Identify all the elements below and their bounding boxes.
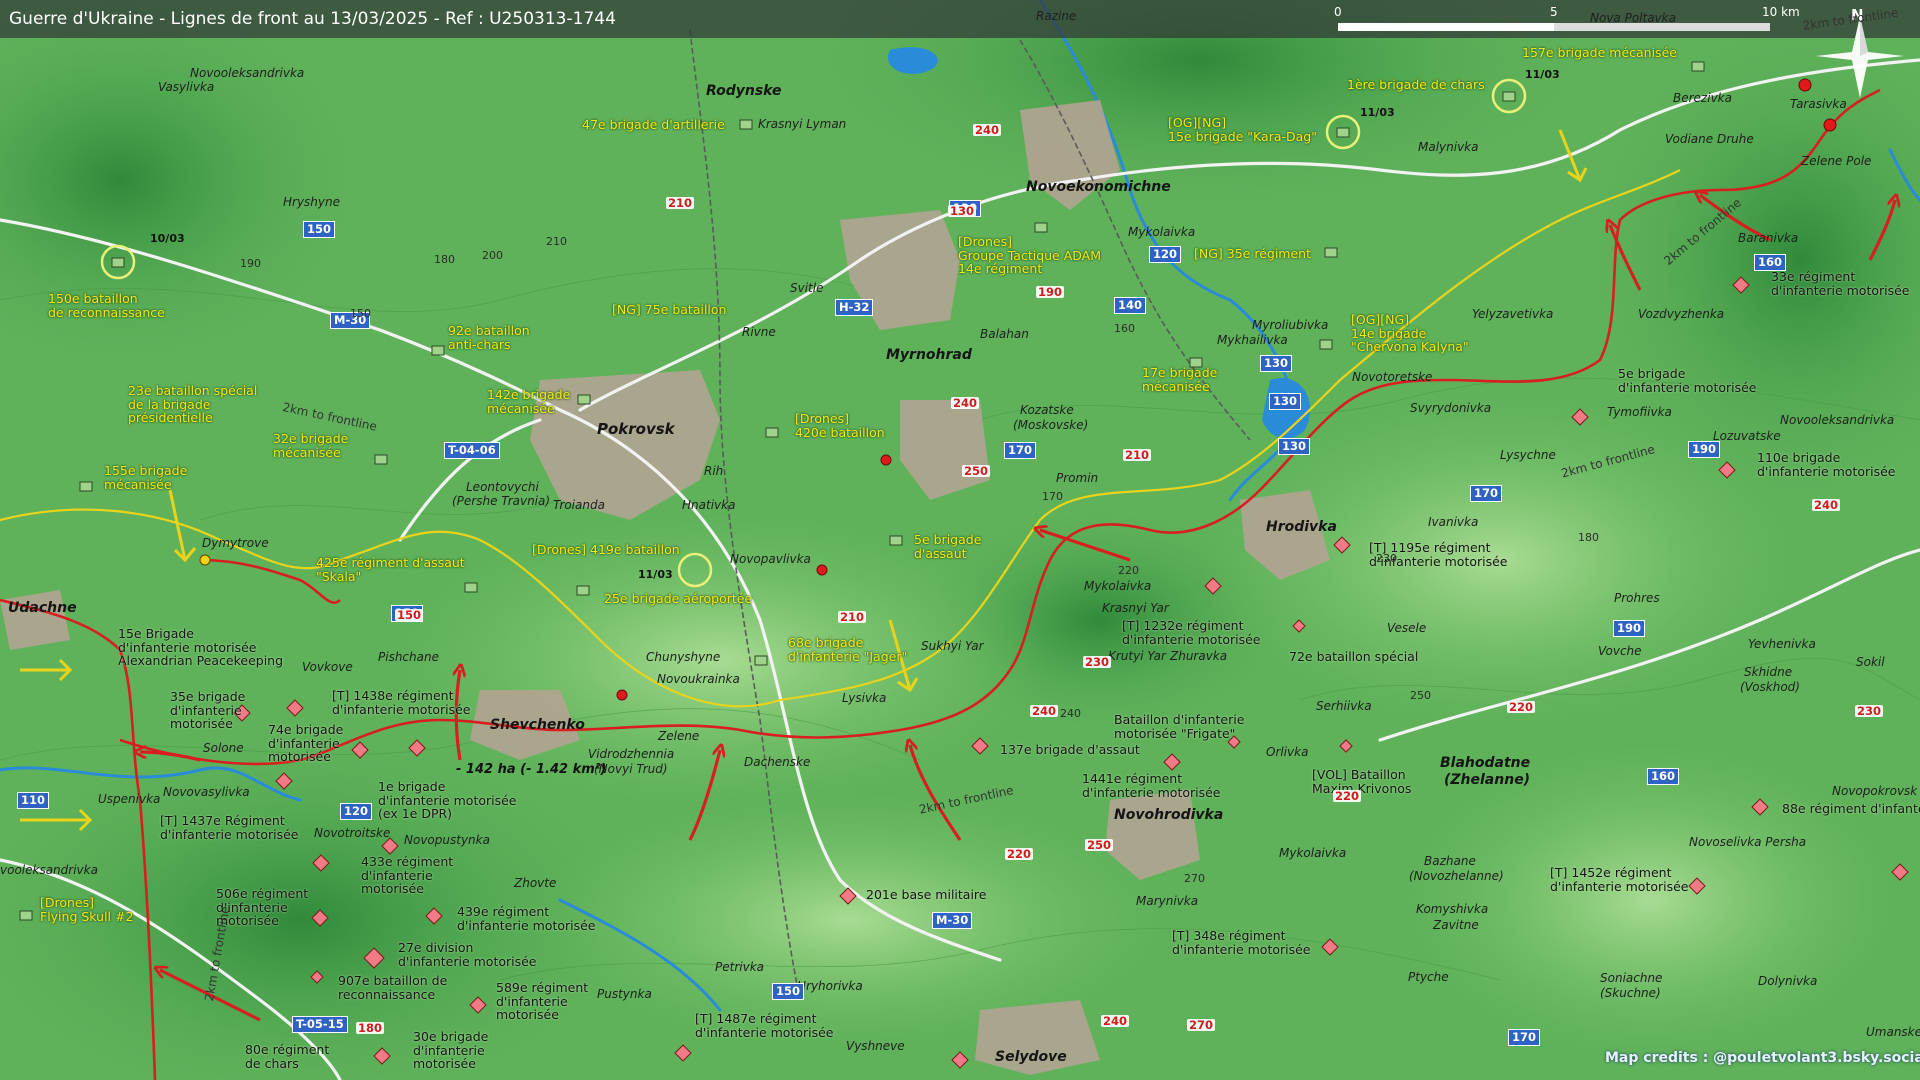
road-badge-m30-s: M-30 [932, 912, 973, 929]
road-badge-r150c: 150 [772, 983, 805, 1000]
north-arrow-icon [1816, 16, 1904, 98]
road-badge-r160b: 160 [1647, 768, 1680, 785]
road-badge-r150a: 150 [303, 221, 336, 238]
terrain-light-plateau [390, 510, 1050, 810]
urban-udachne [0, 590, 70, 650]
road-badge-m30-w: M-30 [330, 312, 371, 329]
road-badge-r140: 140 [1114, 297, 1147, 314]
scale-label-10: 10 km [1762, 5, 1800, 19]
road-badge-r130d: 130 [1278, 438, 1311, 455]
road-badge-r160: 160 [1754, 254, 1787, 271]
road-badge-t0406: T-04-06 [444, 442, 500, 459]
road-badge-r130b: 130 [1260, 355, 1293, 372]
terrain-light-plateau [1400, 740, 1900, 1060]
road-badge-r130a: 130 [949, 200, 982, 217]
scale-label-0: 0 [1334, 5, 1342, 19]
road-badge-h32: H-32 [835, 299, 874, 316]
urban-selydove [975, 1000, 1100, 1075]
road-badge-r120a: 120 [1149, 246, 1182, 263]
road-badge-r170b: 170 [1470, 485, 1503, 502]
road-badge-r110: 110 [17, 792, 50, 809]
road-badge-t0515: T-05-15 [292, 1016, 348, 1033]
scale-bar [1338, 23, 1770, 31]
map-credits[interactable]: Map credits : @pouletvolant3.bsky.social [1605, 1050, 1920, 1066]
road-badge-r190b: 190 [1613, 620, 1646, 637]
road-badge-r190a: 190 [1688, 441, 1721, 458]
yellow-dot [199, 554, 211, 566]
road-badge-r130c: 130 [1269, 393, 1302, 410]
road-badge-r170c: 170 [1508, 1029, 1541, 1046]
scale-label-5: 5 [1550, 5, 1558, 19]
map-title: Guerre d'Ukraine - Lignes de front au 13… [9, 9, 616, 29]
road-badge-r120b: 120 [340, 803, 373, 820]
road-badge-r150b: 150 [391, 605, 424, 622]
road-badge-r170a: 170 [1004, 442, 1037, 459]
